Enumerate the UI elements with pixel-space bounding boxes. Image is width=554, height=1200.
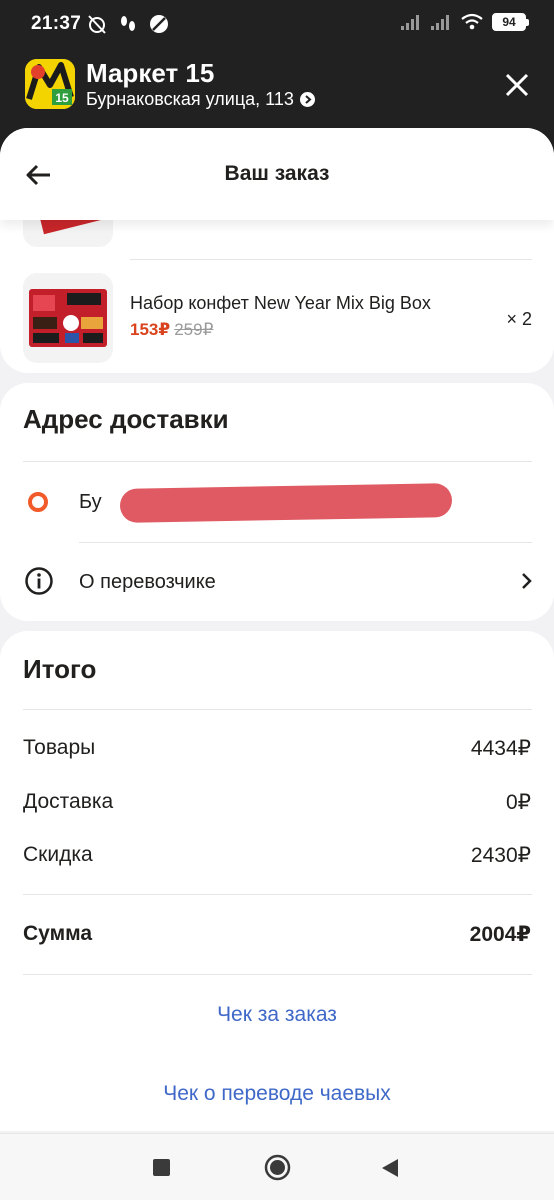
home-button[interactable]	[264, 1154, 291, 1181]
total-row-label: Доставка	[23, 790, 114, 813]
totals-title: Итого	[23, 654, 97, 684]
store-name: Маркет 15	[86, 58, 215, 88]
chevron-right-icon	[522, 573, 532, 589]
screen: 21:37 94 15 Маркет 15 Бурнаковская улица…	[0, 0, 554, 1200]
total-row-discount: Скидка 2430₽	[23, 843, 531, 868]
total-row-sum: Сумма 2004₽	[23, 922, 531, 947]
item-price: 153₽ 259₽	[130, 320, 213, 340]
close-button[interactable]	[500, 68, 534, 102]
item-quantity: × 2	[506, 309, 532, 329]
info-icon	[25, 567, 53, 595]
location-marker-icon	[28, 492, 48, 512]
page-title: Ваш заказ	[224, 162, 330, 185]
divider	[23, 709, 532, 710]
divider	[23, 461, 532, 462]
divider	[23, 974, 532, 975]
order-receipt-link[interactable]: Чек за заказ	[0, 1003, 554, 1027]
store-logo: 15	[25, 59, 75, 109]
item-image[interactable]	[23, 273, 113, 363]
status-system-icons: 94	[400, 13, 529, 31]
carrier-label: О перевозчике	[79, 571, 216, 593]
carrier-info-row[interactable]: О перевозчике	[0, 552, 554, 612]
candy-box-image	[29, 289, 107, 347]
signal-icon	[431, 15, 449, 30]
item-price-new: 153₽	[130, 320, 171, 339]
order-nav-bar: Ваш заказ	[0, 128, 554, 220]
recent-apps-button[interactable]	[153, 1159, 170, 1176]
system-back-button[interactable]	[380, 1157, 400, 1179]
steps-icon	[121, 16, 135, 31]
total-row-delivery: Доставка 0₽	[23, 790, 531, 815]
status-time: 21:37	[31, 13, 82, 34]
tips-receipt-link[interactable]: Чек о переводе чаевых	[0, 1082, 554, 1106]
redacted-address-overlay	[119, 483, 453, 523]
item-title[interactable]: Набор конфет New Year Mix Big Box	[130, 293, 431, 314]
blocked-icon	[150, 15, 168, 33]
total-row-value: 0₽	[505, 791, 531, 814]
system-navigation-bar	[0, 1133, 554, 1200]
close-icon	[505, 73, 529, 97]
store-address-link[interactable]: Бурнаковская улица, 113	[86, 89, 315, 110]
wifi-icon	[461, 13, 483, 30]
total-row-label: Скидка	[23, 843, 93, 866]
store-address: Бурнаковская улица, 113	[86, 89, 294, 109]
alarm-off-icon	[88, 15, 106, 34]
total-row-value: 4434₽	[470, 737, 531, 760]
battery-indicator: 94	[492, 13, 529, 31]
status-bar: 21:37 94	[0, 0, 554, 50]
delivery-address: Бу	[79, 491, 102, 513]
total-row-goods: Товары 4434₽	[23, 736, 531, 761]
divider	[130, 259, 532, 260]
divider	[23, 894, 532, 895]
store-logo-icon: 15	[25, 59, 75, 109]
item-price-old: 259₽	[174, 320, 214, 339]
sum-value: 2004₽	[469, 923, 531, 946]
total-row-value: 2430₽	[470, 844, 531, 867]
chevron-right-icon	[299, 92, 315, 107]
divider	[79, 542, 532, 543]
delivery-title: Адрес доставки	[23, 404, 229, 434]
status-notification-icons	[86, 13, 170, 35]
logo-badge-text: 15	[55, 91, 69, 105]
order-total-card	[0, 631, 554, 1131]
signal-icon	[401, 15, 419, 30]
total-row-label: Товары	[23, 736, 96, 759]
sum-label: Сумма	[23, 922, 93, 945]
